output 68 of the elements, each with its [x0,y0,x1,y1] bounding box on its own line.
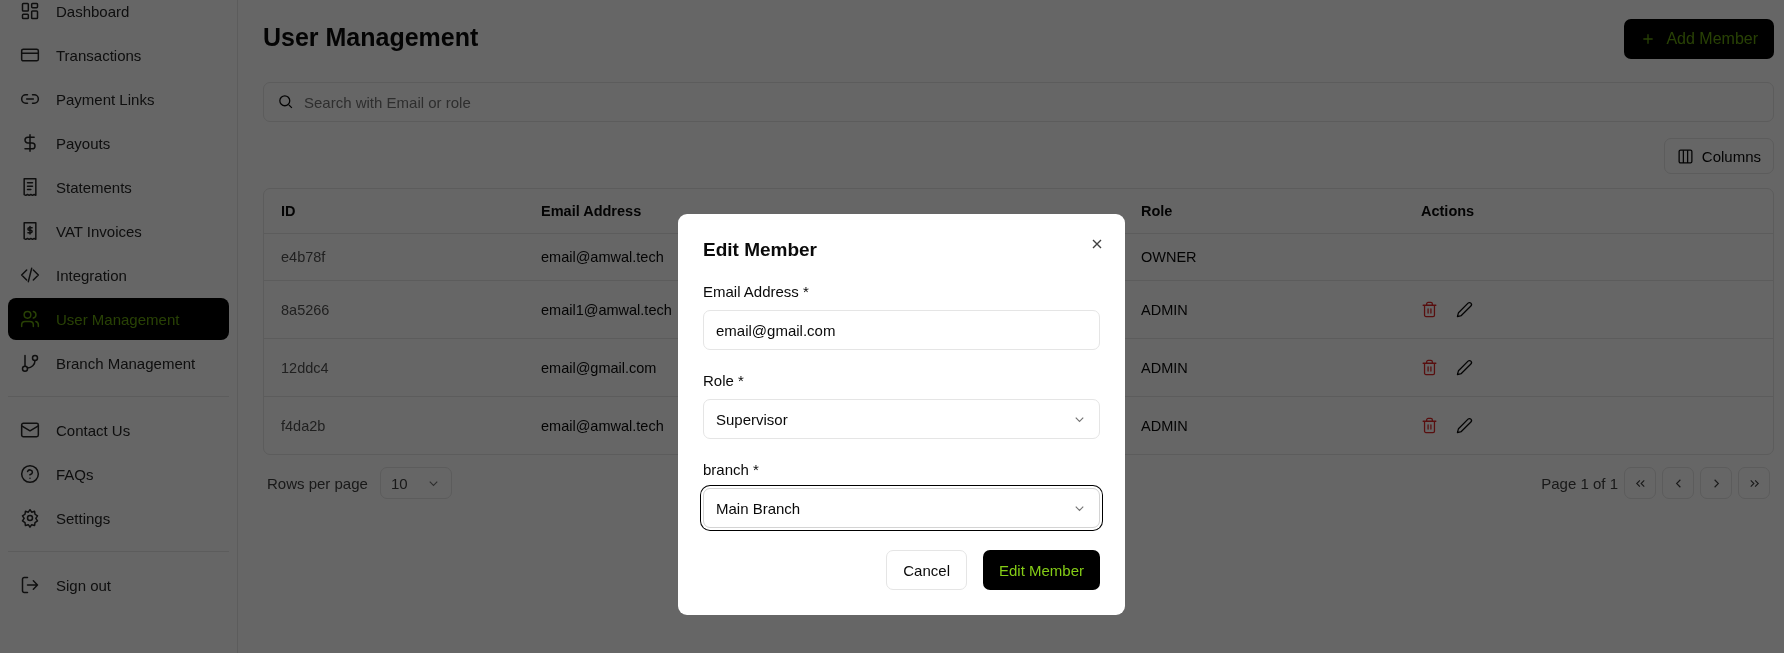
sidebar-item[interactable]: Branch Management [8,342,229,384]
table-cell-text: email@gmail.com [540,359,658,376]
first-page-button[interactable] [1624,467,1656,499]
column-header: Email Address [540,203,643,219]
table-cell-text: ADMIN [1140,359,1189,376]
field-label: branch * [703,461,760,478]
email-input[interactable]: email@gmail.com [703,310,1100,350]
sidebar-item[interactable]: Payment Links [8,78,229,120]
edit-icon[interactable] [1456,359,1473,376]
edit-icon[interactable] [1456,301,1473,318]
table-cell-text: OWNER [1140,249,1198,265]
sidebar-item[interactable]: Statements [8,166,229,208]
sidebar-item[interactable]: Sign out [8,564,229,606]
document-icon [20,177,40,197]
dialog-title: Edit Member [703,239,818,261]
cancel-button[interactable]: Cancel [886,550,967,590]
sidebar-item[interactable]: Dashboard [8,0,229,32]
table-cell-text: 12ddc4 [280,359,330,376]
search-field[interactable]: Search with Email or role [263,82,1774,122]
page-title: User Management [263,23,479,52]
table-cell-text: ADMIN [1140,417,1189,434]
help-icon [20,464,40,484]
table-cell-text: e4b78f [280,249,327,265]
column-header: Actions [1420,203,1476,219]
column-header: Role [1140,203,1174,219]
delete-icon[interactable] [1421,417,1438,434]
sidebar-item[interactable]: Contact Us [8,409,229,451]
search-icon [277,93,294,110]
column-header: ID [280,203,297,219]
rows-per-page-label: Rows per page [267,474,368,492]
field-label: Email Address * [703,283,810,300]
sidebar-item[interactable]: Integration [8,254,229,296]
credit-card-icon [20,45,40,65]
table-cell-text: f4da2b [280,417,327,434]
field-label: Role * [703,372,745,389]
edit-icon[interactable] [1456,417,1473,434]
rows-per-page-select[interactable]: 10 [379,467,452,499]
sidebar-item[interactable]: VAT Invoices [8,210,229,252]
last-page-button[interactable] [1738,467,1770,499]
previous-page-button[interactable] [1662,467,1694,499]
sidebar-item[interactable]: User Management [8,298,229,340]
branch-icon [20,353,40,373]
next-page-button[interactable] [1700,467,1732,499]
delete-icon[interactable] [1421,359,1438,376]
table-cell-text: email1@amwal.tech [540,301,673,318]
delete-icon[interactable] [1421,301,1438,318]
sidebar-item[interactable]: Transactions [8,34,229,76]
sidebar-item[interactable]: Payouts [8,122,229,164]
page-info: Page 1 of 1 [1541,474,1618,492]
columns-icon [1676,147,1694,165]
table-cell-text: email@amwal.tech [540,417,665,434]
grid-icon [20,1,40,21]
sidebar-item[interactable]: Settings [8,497,229,539]
table-cell-text: email@amwal.tech [540,249,665,265]
table-cell-text: 8a5266 [280,301,331,318]
add-member-button[interactable]: Add Member [1624,19,1774,59]
settings-icon [20,508,40,528]
edit-member-button[interactable]: Edit Member [982,550,1100,590]
select-field[interactable]: Supervisor [703,399,1100,439]
columns-button[interactable]: Columns [1663,138,1774,174]
select-field[interactable]: Main Branch [703,488,1100,528]
receipt-icon [20,221,40,241]
mail-icon [20,420,40,440]
code-icon [20,265,40,285]
sidebar-item[interactable]: FAQs [8,453,229,495]
logout-icon [20,575,40,595]
table-cell-text: ADMIN [1140,301,1189,318]
users-icon [20,309,40,329]
